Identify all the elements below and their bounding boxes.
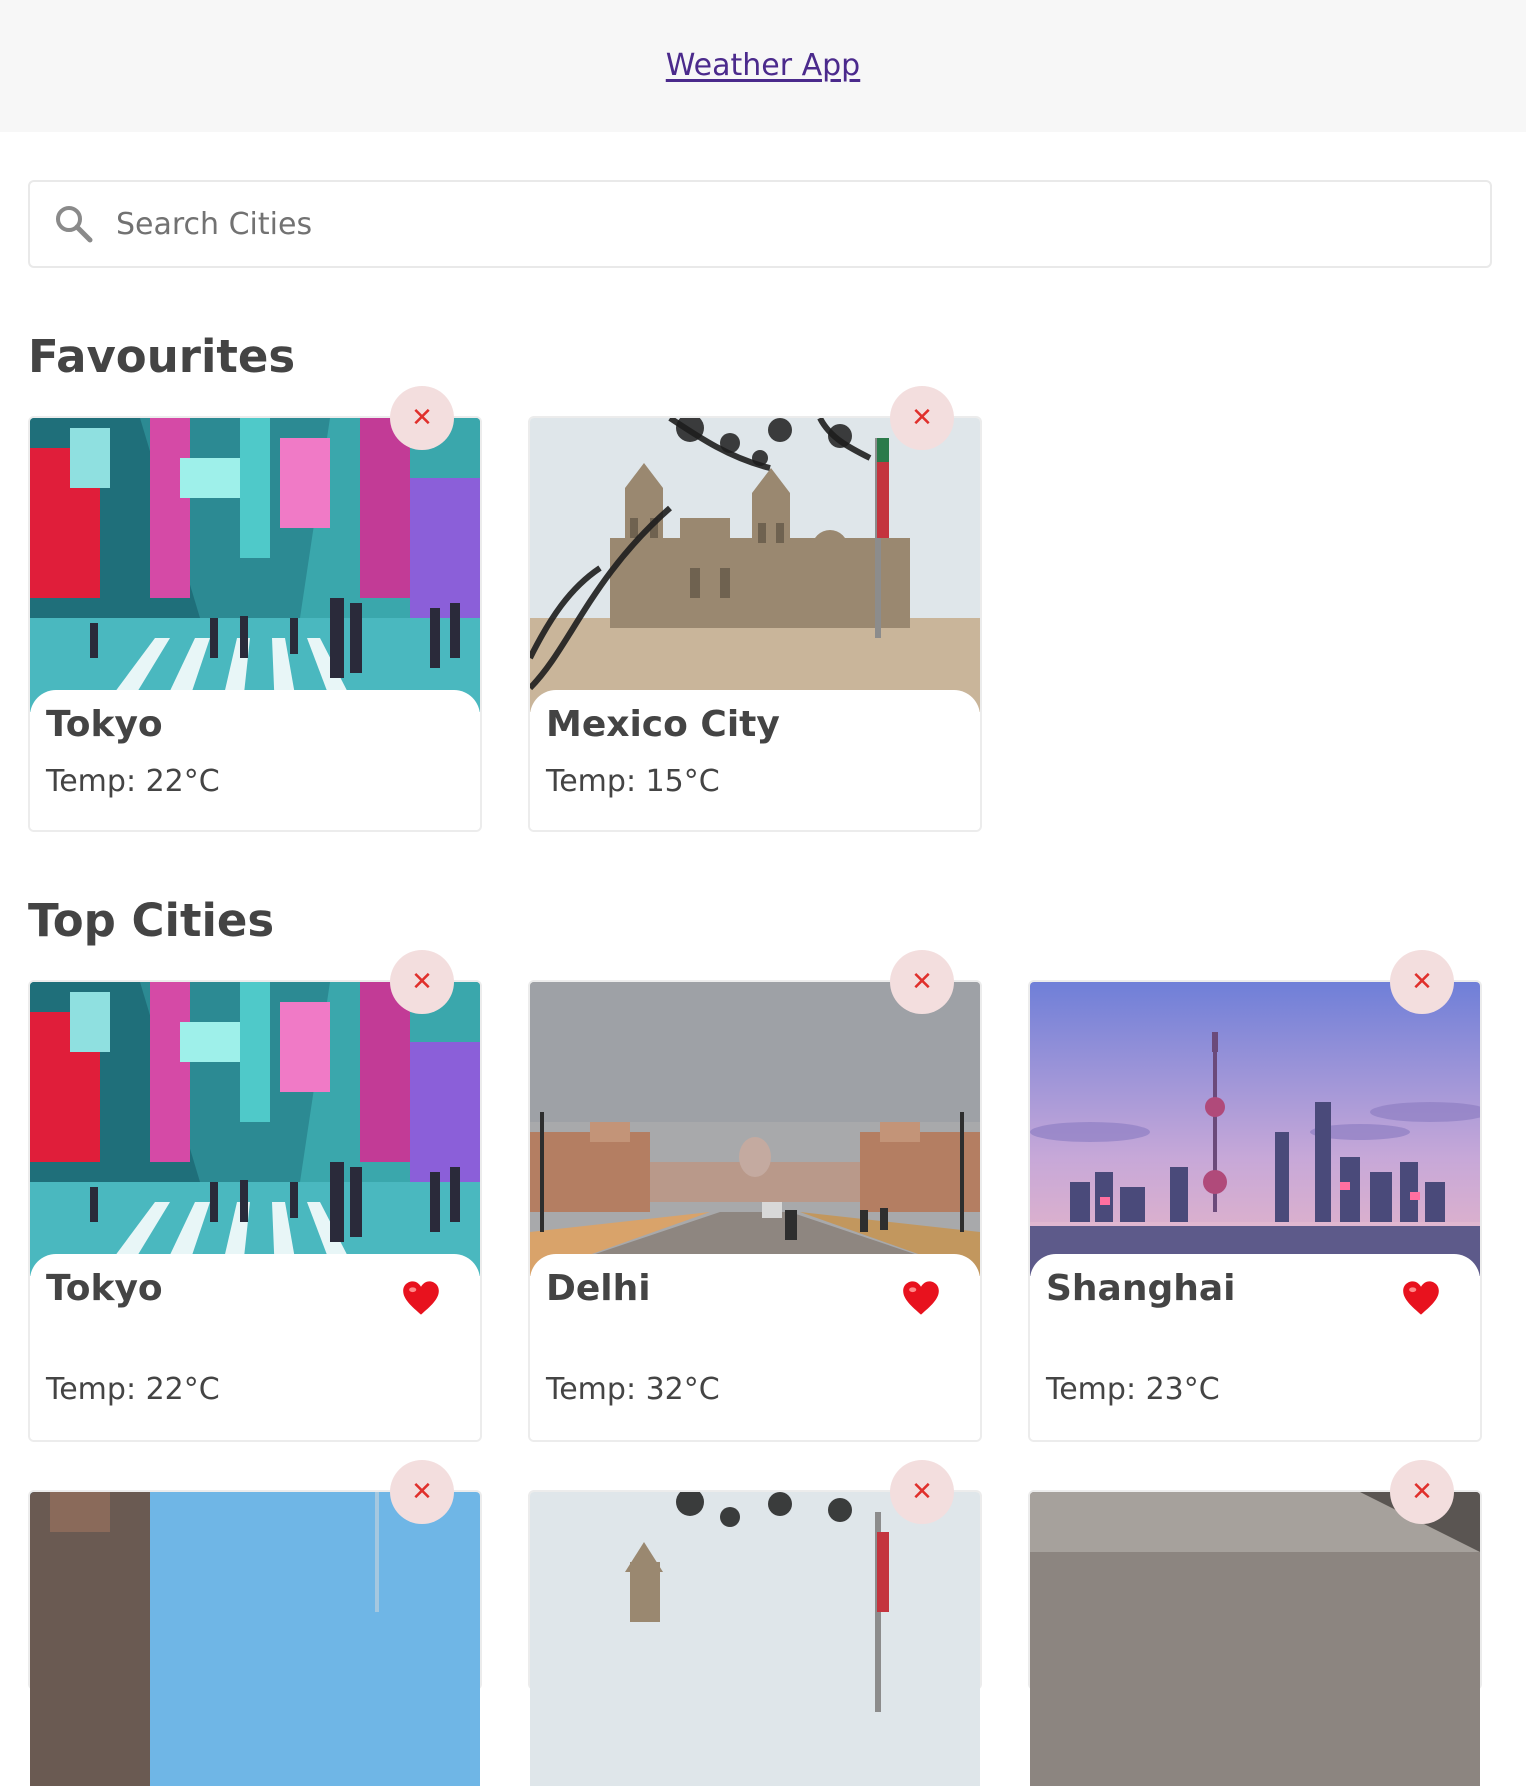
heart-icon[interactable]	[902, 1280, 940, 1316]
city-photo-mexico-city	[530, 418, 980, 712]
city-photo	[1030, 1492, 1480, 1786]
search-input[interactable]	[114, 205, 1418, 243]
city-temp: Temp: 22°C	[46, 1372, 220, 1407]
city-name: Shanghai	[1046, 1268, 1236, 1309]
city-photo-tokyo	[30, 418, 480, 712]
card-body: Delhi Temp: 32°C	[530, 1254, 980, 1440]
top-city-card-shanghai[interactable]: Shanghai Temp: 23°C	[1028, 980, 1482, 1442]
card-body: Tokyo Temp: 22°C	[30, 1254, 480, 1440]
remove-top-city-6-button[interactable]: ✕	[1390, 1460, 1454, 1524]
city-name: Tokyo	[46, 1268, 163, 1309]
heart-icon[interactable]	[1402, 1280, 1440, 1316]
top-city-card-delhi[interactable]: Delhi Temp: 32°C	[528, 980, 982, 1442]
remove-top-city-delhi-button[interactable]: ✕	[890, 950, 954, 1014]
city-photo-shanghai	[1030, 982, 1480, 1276]
city-name: Mexico City	[546, 704, 780, 745]
city-photo-delhi	[530, 982, 980, 1276]
app-title-link[interactable]: Weather App	[666, 48, 860, 83]
city-name: Tokyo	[46, 704, 163, 745]
card-body: Tokyo Temp: 22°C	[30, 690, 480, 830]
top-cities-heading: Top Cities	[28, 894, 275, 947]
city-photo	[530, 1492, 980, 1786]
remove-favourite-mexico-city-button[interactable]: ✕	[890, 386, 954, 450]
search-bar[interactable]	[28, 180, 1492, 268]
favourite-card-mexico-city[interactable]: Mexico City Temp: 15°C	[528, 416, 982, 832]
card-body: Mexico City Temp: 15°C	[530, 690, 980, 830]
remove-top-city-4-button[interactable]: ✕	[390, 1460, 454, 1524]
top-nav: Weather App	[0, 0, 1526, 132]
city-photo-tokyo	[30, 982, 480, 1276]
favourite-card-tokyo[interactable]: Tokyo Temp: 22°C	[28, 416, 482, 832]
remove-top-city-5-button[interactable]: ✕	[890, 1460, 954, 1524]
city-temp: Temp: 32°C	[546, 1372, 720, 1407]
city-temp: Temp: 23°C	[1046, 1372, 1220, 1407]
remove-top-city-shanghai-button[interactable]: ✕	[1390, 950, 1454, 1014]
card-body: Shanghai Temp: 23°C	[1030, 1254, 1480, 1440]
heart-icon[interactable]	[402, 1280, 440, 1316]
favourites-heading: Favourites	[28, 330, 296, 383]
city-temp: Temp: 22°C	[46, 764, 220, 799]
city-temp: Temp: 15°C	[546, 764, 720, 799]
city-photo	[30, 1492, 480, 1786]
top-city-card-tokyo[interactable]: Tokyo Temp: 22°C	[28, 980, 482, 1442]
search-icon	[56, 206, 93, 243]
remove-favourite-tokyo-button[interactable]: ✕	[390, 386, 454, 450]
city-name: Delhi	[546, 1268, 651, 1309]
remove-top-city-tokyo-button[interactable]: ✕	[390, 950, 454, 1014]
